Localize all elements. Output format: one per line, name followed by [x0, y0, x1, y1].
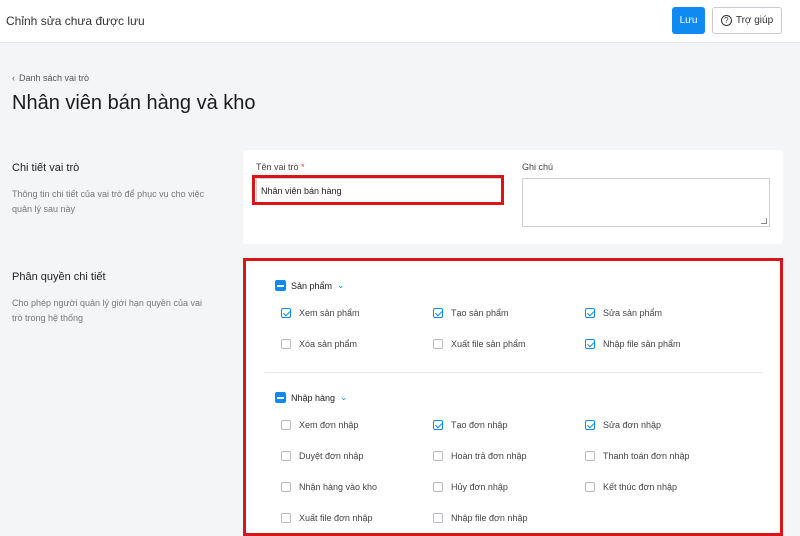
checkbox-checked[interactable] [433, 420, 443, 430]
help-button-label: Trợ giúp [735, 15, 774, 26]
group-divider [265, 372, 762, 373]
group-purchase[interactable]: Nhập hàng ⌄ [275, 392, 348, 403]
permission-item[interactable]: Hoàn trả đơn nhập [433, 451, 526, 461]
role-name-input[interactable] [256, 178, 502, 203]
permission-label: Nhập file đơn nhập [451, 513, 528, 523]
permission-label: Xuất file đơn nhập [299, 513, 373, 523]
permission-label: Hủy đơn nhập [451, 482, 508, 492]
permission-item[interactable]: Xuất file sản phẩm [433, 339, 526, 349]
checkbox-unchecked[interactable] [281, 451, 291, 461]
permissions-title: Phân quyền chi tiết [12, 271, 106, 283]
checkbox-unchecked[interactable] [433, 513, 443, 523]
permission-label: Tạo sản phẩm [451, 308, 509, 318]
checkbox-unchecked[interactable] [585, 482, 595, 492]
permission-label: Xuất file sản phẩm [451, 339, 526, 349]
page-title: Nhân viên bán hàng và kho [12, 92, 256, 114]
checkbox-unchecked[interactable] [281, 513, 291, 523]
permission-label: Xóa sản phẩm [299, 339, 358, 349]
note-textarea[interactable] [522, 178, 770, 227]
save-button[interactable]: Lưu [672, 7, 705, 34]
permission-item[interactable]: Sửa đơn nhập [585, 420, 661, 430]
permission-item[interactable]: Xem đơn nhập [281, 420, 358, 430]
role-name-label-text: Tên vai trò [256, 162, 299, 172]
permission-label: Tạo đơn nhập [451, 420, 508, 430]
permission-item[interactable]: Tạo sản phẩm [433, 308, 509, 318]
checkbox-unchecked[interactable] [281, 339, 291, 349]
checkbox-unchecked[interactable] [281, 482, 291, 492]
permission-item[interactable]: Kết thúc đơn nhập [585, 482, 677, 492]
permission-item[interactable]: Xem sản phẩm [281, 308, 360, 318]
help-button[interactable]: ? Trợ giúp [712, 7, 782, 34]
permission-item[interactable]: Duyệt đơn nhập [281, 451, 363, 461]
permission-label: Nhận hàng vào kho [299, 482, 378, 492]
permission-label: Sửa sản phẩm [603, 308, 663, 318]
resize-handle-icon[interactable] [761, 218, 767, 224]
question-circle-icon: ? [720, 15, 732, 26]
permission-label: Xem đơn nhập [299, 420, 359, 430]
role-details-description: Thông tin chi tiết của vai trò để phục v… [12, 189, 205, 214]
role-details-title: Chi tiết vai trò [12, 162, 80, 174]
chevron-left-icon: ‹ [12, 73, 15, 83]
permission-item[interactable]: Nhận hàng vào kho [281, 482, 377, 492]
breadcrumb-back-link[interactable]: Danh sách vai trò [19, 73, 89, 83]
checkbox-checked[interactable] [585, 308, 595, 318]
top-bar: Chỉnh sửa chưa được lưu Lưu ? Trợ giúp [0, 0, 800, 43]
permission-label: Nhập file sản phẩm [603, 339, 681, 349]
group-products[interactable]: Sản phẩm ⌄ [275, 280, 345, 291]
permission-item[interactable]: Nhập file sản phẩm [585, 339, 681, 349]
permissions-description: Cho phép người quản lý giới hạn quyền củ… [12, 298, 202, 323]
checkbox-checked[interactable] [281, 308, 291, 318]
permission-label: Xem sản phẩm [299, 308, 360, 318]
permission-item[interactable]: Nhập file đơn nhập [433, 513, 527, 523]
group-checkbox-indeterminate[interactable] [275, 392, 286, 403]
permission-item[interactable]: Sửa sản phẩm [585, 308, 662, 318]
unsaved-status: Chỉnh sửa chưa được lưu [6, 14, 145, 28]
permission-label: Sửa đơn nhập [603, 420, 661, 430]
required-mark: * [301, 162, 305, 172]
group-checkbox-indeterminate[interactable] [275, 280, 286, 291]
checkbox-unchecked[interactable] [433, 482, 443, 492]
checkbox-checked[interactable] [433, 308, 443, 318]
role-name-label: Tên vai trò * [256, 162, 305, 172]
checkbox-unchecked[interactable] [585, 451, 595, 461]
group-products-label: Sản phẩm [291, 280, 333, 291]
chevron-double-down-icon[interactable]: ⌄ [340, 392, 348, 403]
note-label: Ghi chú [522, 162, 554, 172]
permission-item[interactable]: Tạo đơn nhập [433, 420, 507, 430]
checkbox-unchecked[interactable] [433, 451, 443, 461]
checkbox-checked[interactable] [585, 420, 595, 430]
permission-item[interactable]: Thanh toán đơn nhập [585, 451, 689, 461]
permission-label: Thanh toán đơn nhập [603, 451, 690, 461]
permission-label: Kết thúc đơn nhập [603, 482, 677, 492]
chevron-double-down-icon[interactable]: ⌄ [337, 280, 345, 291]
permission-item[interactable]: Xuất file đơn nhập [281, 513, 372, 523]
permission-item[interactable]: Hủy đơn nhập [433, 482, 508, 492]
group-purchase-label: Nhập hàng [291, 392, 336, 403]
checkbox-unchecked[interactable] [281, 420, 291, 430]
permission-item[interactable]: Xóa sản phẩm [281, 339, 357, 349]
checkbox-unchecked[interactable] [433, 339, 443, 349]
breadcrumb[interactable]: ‹ Danh sách vai trò [12, 73, 89, 83]
checkbox-checked[interactable] [585, 339, 595, 349]
permission-label: Hoàn trả đơn nhập [451, 451, 527, 461]
permission-label: Duyệt đơn nhập [299, 451, 364, 461]
